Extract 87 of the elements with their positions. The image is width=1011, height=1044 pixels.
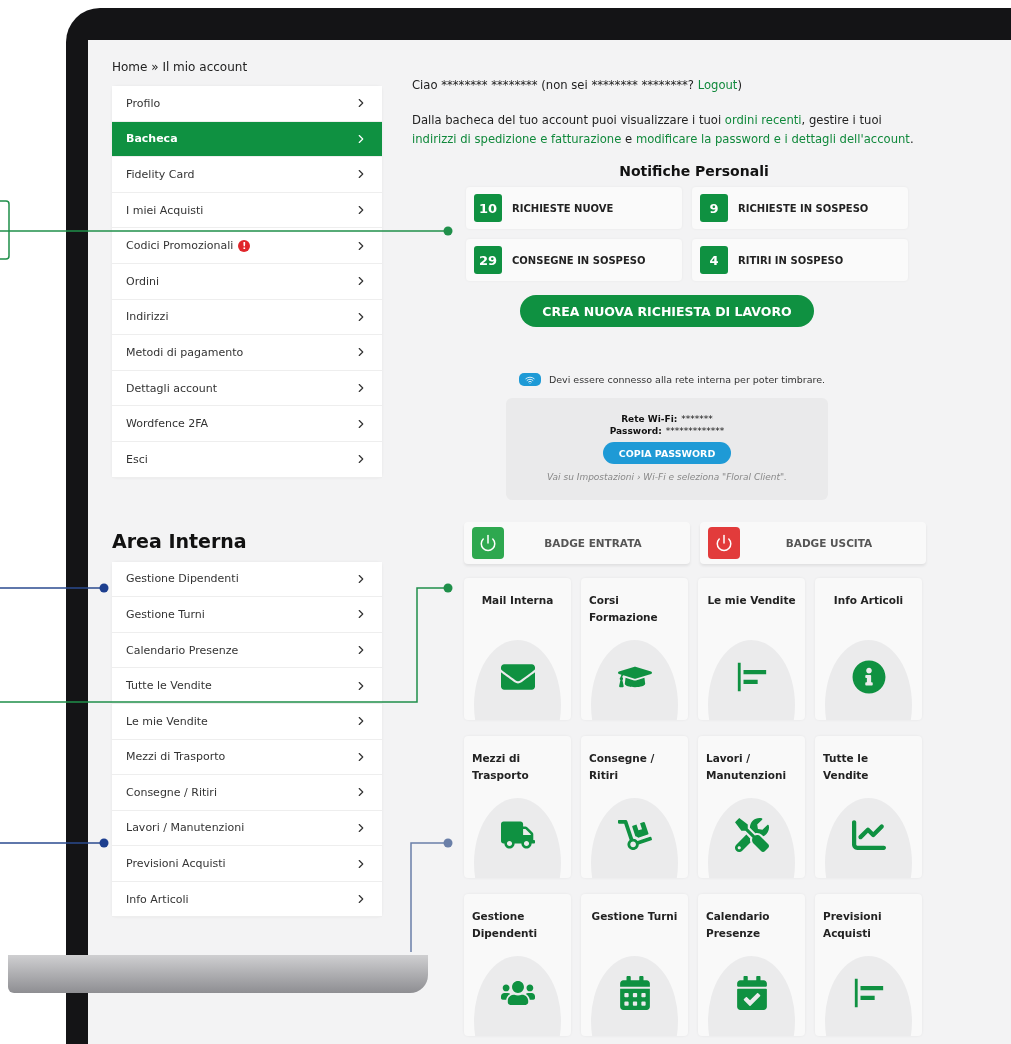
menu-item[interactable]: Bacheca xyxy=(112,121,382,158)
new-request-button[interactable]: CREA NUOVA RICHIESTA DI LAVORO xyxy=(520,295,814,327)
network-label: Rete Wi-Fi: xyxy=(621,414,678,424)
tile-label: Gestione Dipendenti xyxy=(471,909,539,941)
tile-label: Previsioni Acquisti xyxy=(822,909,883,941)
shortcut-tile[interactable]: Gestione Turni xyxy=(581,894,688,1036)
notification-card[interactable]: 10 RICHIESTE NUOVE xyxy=(466,187,682,229)
count-badge: 9 xyxy=(700,194,728,222)
truck-icon xyxy=(500,818,535,852)
calendar-icon xyxy=(617,976,652,1010)
tile-label: Corsi Formazione xyxy=(588,593,659,625)
count-badge: 4 xyxy=(700,246,728,274)
text-link[interactable]: ordini recenti xyxy=(724,113,802,127)
shortcut-tile[interactable]: Corsi Formazione xyxy=(581,578,688,720)
menu-item[interactable]: Indirizzi xyxy=(112,299,382,336)
menu-item[interactable]: Ordini xyxy=(112,263,382,300)
menu-item[interactable]: Gestione Turni xyxy=(112,597,382,633)
shortcut-tile[interactable]: Mail Interna xyxy=(464,578,571,720)
menu-item[interactable]: Metodi di pagamento xyxy=(112,335,382,371)
menu-item[interactable]: Info Articoli xyxy=(112,881,382,918)
wifi-notice: Devi essere connesso alla rete interna per poter timbrare. xyxy=(548,374,826,385)
menu-item[interactable]: Esci xyxy=(112,441,382,478)
shortcut-tile[interactable]: Gestione Dipendenti xyxy=(464,894,571,1036)
menu-item[interactable]: Le mie Vendite xyxy=(112,703,382,740)
line-chart-icon xyxy=(851,818,886,852)
notification-label: RICHIESTE IN SOSPESO xyxy=(738,202,869,214)
menu-item[interactable]: Profilo xyxy=(112,86,382,122)
section-title: Area Interna xyxy=(112,529,248,552)
network-value: ******* xyxy=(681,414,713,424)
menu-item[interactable]: Tutte le Vendite xyxy=(112,668,382,704)
text-link[interactable]: indirizzi di spedizione e fatturazione xyxy=(412,132,622,146)
shortcut-tile[interactable]: Consegne / Ritiri xyxy=(581,736,688,878)
tile-label: Calendario Presenze xyxy=(705,909,771,941)
tile-label: Gestione Turni xyxy=(590,909,679,924)
shortcut-tile[interactable]: Tutte le Vendite xyxy=(815,736,922,878)
menu-item[interactable]: I miei Acquisti xyxy=(112,192,382,229)
menu-item[interactable]: Gestione Dipendenti xyxy=(112,561,382,598)
breadcrumb: Home » Il mio account xyxy=(112,60,249,74)
shortcut-tile[interactable]: Previsioni Acquisti xyxy=(815,894,922,1036)
notification-card[interactable]: 29 CONSEGNE IN SOSPESO xyxy=(466,239,682,281)
notification-card[interactable]: 9 RICHIESTE IN SOSPESO xyxy=(692,187,908,229)
notification-card[interactable]: 4 RITIRI IN SOSPESO xyxy=(692,239,908,281)
notification-label: RICHIESTE NUOVE xyxy=(512,202,614,214)
menu-item[interactable]: Lavori / Manutenzioni xyxy=(112,810,382,847)
callout-frame xyxy=(0,200,10,260)
tile-label: Info Articoli xyxy=(832,593,905,608)
notification-label: CONSEGNE IN SOSPESO xyxy=(512,254,646,266)
tile-label: Tutte le Vendite xyxy=(822,751,870,783)
menu-item[interactable]: Previsioni Acquisti xyxy=(112,846,382,882)
menu-item[interactable]: Mezzi di Trasporto xyxy=(112,739,382,776)
password-value: ************* xyxy=(665,426,725,436)
count-badge: 29 xyxy=(474,246,502,274)
password-label: Password: xyxy=(609,426,662,436)
power-icon xyxy=(708,527,740,559)
tile-label: Consegne / Ritiri xyxy=(588,751,656,783)
menu-item[interactable]: Consegne / Ritiri xyxy=(112,775,382,811)
count-badge: 10 xyxy=(474,194,502,222)
text-link[interactable]: modificare la password e i dettagli dell'account xyxy=(635,132,910,146)
section-title: Notifiche Personali xyxy=(618,163,770,179)
tile-label: Lavori / Manutenzioni xyxy=(705,751,788,783)
calendar-check-icon xyxy=(734,976,769,1010)
intro-text: Dalla bacheca del tuo account puoi visualizzare i tuoi ordini recenti, gestire i tuoi indirizzi di spedizione e fatturazione e modificare la password e i dettagli dell'account. xyxy=(412,112,915,148)
tile-label: Mail Interna xyxy=(480,593,555,608)
menu-item[interactable]: Wordfence 2FA xyxy=(112,406,382,442)
notification-label: RITIRI IN SOSPESO xyxy=(738,254,844,266)
power-icon xyxy=(472,527,504,559)
menu-item[interactable]: Dettagli account xyxy=(112,370,382,407)
hand-truck-icon xyxy=(617,818,652,852)
greeting-text: Ciao ******** ******** (non sei ******** ********? Logout) xyxy=(412,77,743,94)
shortcut-tile[interactable]: Lavori / Manutenzioni xyxy=(698,736,805,878)
tile-label: Le mie Vendite xyxy=(706,593,797,608)
menu-item[interactable]: Calendario Presenze xyxy=(112,632,382,669)
shortcut-tile[interactable]: Le mie Vendite xyxy=(698,578,805,720)
menu-item[interactable]: Codici Promozionali ! xyxy=(112,228,382,264)
alert-badge: ! xyxy=(238,239,251,252)
info-icon xyxy=(851,660,886,694)
wifi-icon xyxy=(518,373,541,386)
menu-item[interactable]: Fidelity Card xyxy=(112,157,382,193)
tools-icon xyxy=(734,818,769,852)
badge-button[interactable]: BADGE ENTRATA xyxy=(464,522,690,564)
wifi-hint: Vai su Impostazioni › Wi-Fi e seleziona "Floral Client". xyxy=(547,472,787,482)
shortcut-tile[interactable]: Mezzi di Trasporto xyxy=(464,736,571,878)
badge-button[interactable]: BADGE USCITA xyxy=(700,522,926,564)
text-link[interactable]: Logout xyxy=(697,78,738,92)
shortcut-tile[interactable]: Info Articoli xyxy=(815,578,922,720)
shortcut-tile[interactable]: Calendario Presenze xyxy=(698,894,805,1036)
tile-label: Mezzi di Trasporto xyxy=(471,751,530,783)
